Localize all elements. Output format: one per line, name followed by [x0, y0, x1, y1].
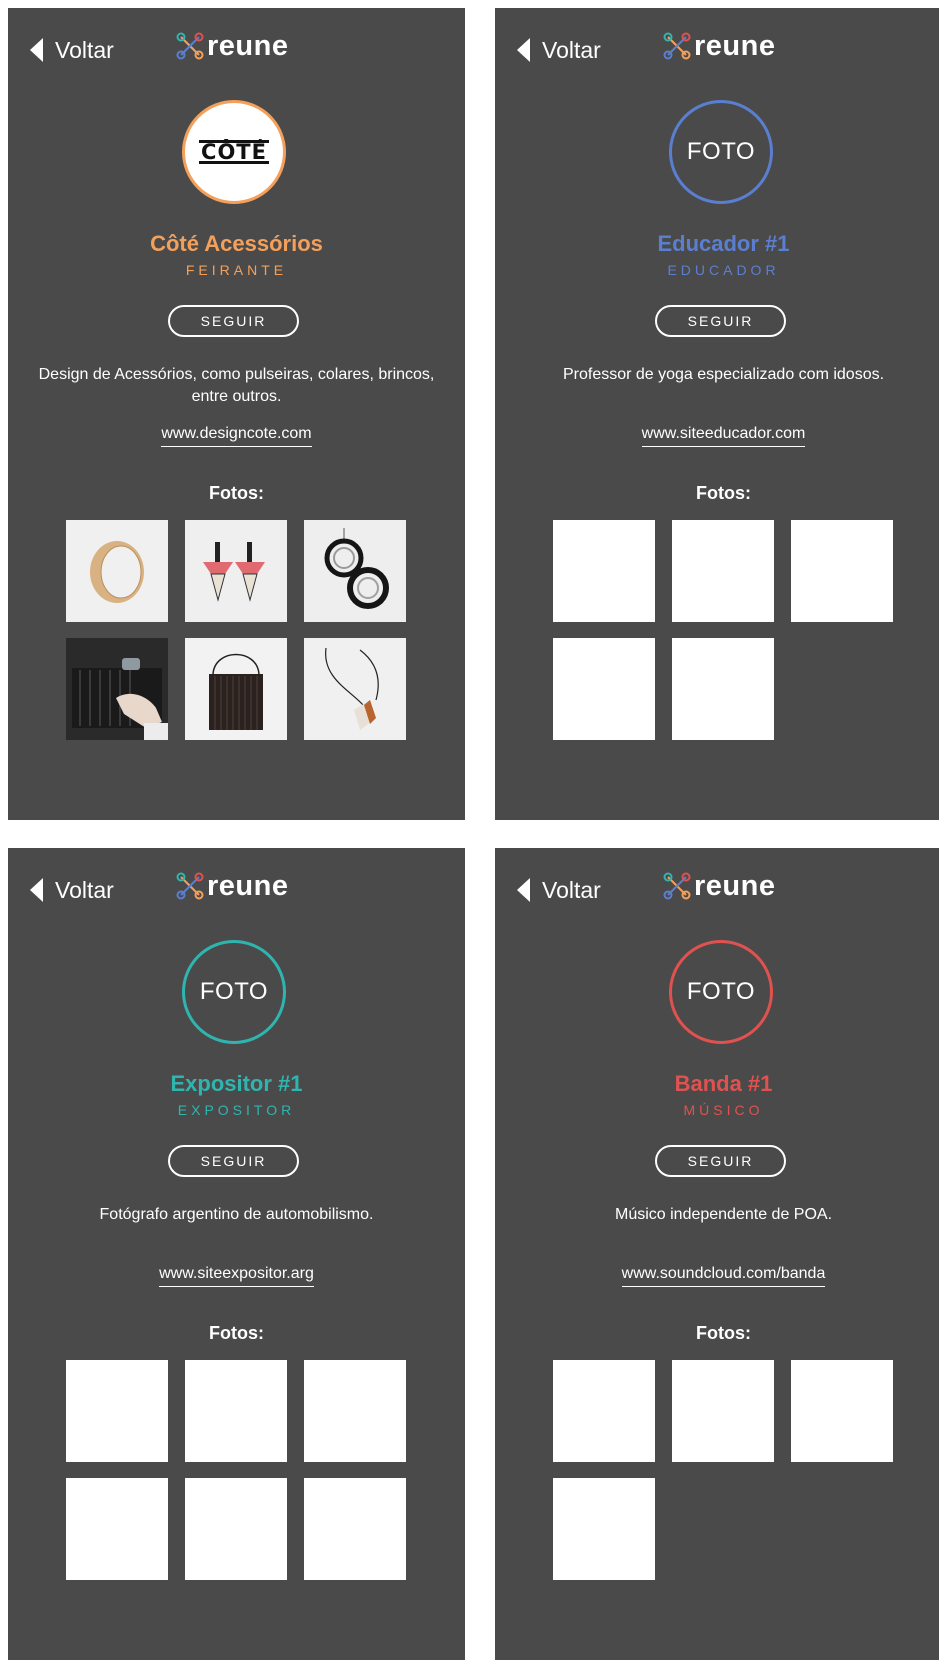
follow-button[interactable]: SEGUIR	[655, 305, 786, 337]
photos-title: Fotos:	[696, 483, 751, 503]
back-button[interactable]: Voltar	[517, 36, 601, 64]
profile-avatar: FOTO	[182, 940, 286, 1044]
back-label: Voltar	[55, 877, 114, 903]
profile-role: FEIRANTE	[185, 262, 288, 278]
profile-card-cote: Voltar reune CÔTÉ Côté Acessórios FEIRAN…	[8, 8, 465, 820]
avatar-logo-text: CÔTÉ	[199, 140, 269, 164]
photo-placeholder[interactable]	[66, 1478, 168, 1580]
follow-button[interactable]: SEGUIR	[168, 305, 299, 337]
photo-placeholder[interactable]	[304, 1360, 406, 1462]
photo-placeholder[interactable]	[791, 1360, 893, 1462]
profile-website-link[interactable]: www.designcote.com	[161, 425, 312, 447]
reune-logo-icon	[176, 32, 204, 60]
photo-placeholder[interactable]	[553, 520, 655, 622]
logo-text: reune	[694, 30, 776, 62]
back-arrow-icon	[30, 878, 43, 902]
photo-grid	[66, 520, 408, 740]
photo-fringe-bag[interactable]	[185, 638, 287, 740]
reune-logo: reune	[175, 30, 288, 62]
profile-card-educador: Voltar reune FOTO Educador #1 EDUCADOR S…	[495, 8, 939, 820]
profile-description: Professor de yoga especializado com idos…	[562, 366, 885, 383]
photo-grid	[553, 520, 895, 740]
photos-title: Fotos:	[209, 483, 264, 503]
photo-placeholder[interactable]	[185, 1360, 287, 1462]
photo-clutch-bracelet[interactable]	[66, 638, 168, 740]
avatar-placeholder: FOTO	[686, 978, 756, 1005]
photo-placeholder[interactable]	[553, 1360, 655, 1462]
profile-name: Educador #1	[657, 231, 790, 256]
photo-grid	[66, 1360, 408, 1580]
reune-logo-icon	[663, 872, 691, 900]
reune-logo: reune	[175, 870, 288, 902]
logo-text: reune	[694, 870, 776, 902]
profile-role: MÚSICO	[683, 1102, 764, 1118]
photo-placeholder[interactable]	[672, 638, 774, 740]
avatar-placeholder: FOTO	[199, 978, 269, 1005]
photo-earrings[interactable]	[185, 520, 287, 622]
photo-placeholder[interactable]	[672, 520, 774, 622]
back-arrow-icon	[30, 38, 43, 62]
reune-logo-icon	[176, 872, 204, 900]
photo-placeholder[interactable]	[672, 1360, 774, 1462]
profile-role: EDUCADOR	[667, 262, 780, 278]
profile-website-link[interactable]: www.siteeducador.com	[641, 425, 806, 447]
profile-avatar: FOTO	[669, 940, 773, 1044]
photo-placeholder[interactable]	[553, 1478, 655, 1580]
back-button[interactable]: Voltar	[30, 36, 114, 64]
profile-name: Côté Acessórios	[150, 231, 323, 256]
profile-card-expositor: Voltar reune FOTO Expositor #1 EXPOSITOR…	[8, 848, 465, 1660]
photo-necklace[interactable]	[304, 638, 406, 740]
reune-logo: reune	[662, 30, 775, 62]
profile-role: EXPOSITOR	[177, 1102, 296, 1118]
photos-title: Fotos:	[209, 1323, 264, 1343]
profile-description: Fotógrafo argentino de automobilismo.	[99, 1206, 374, 1223]
photo-placeholder[interactable]	[66, 1360, 168, 1462]
photo-placeholder[interactable]	[185, 1478, 287, 1580]
photo-placeholder[interactable]	[553, 638, 655, 740]
back-label: Voltar	[55, 37, 114, 63]
back-label: Voltar	[542, 37, 601, 63]
photo-grid	[553, 1360, 895, 1580]
profile-card-banda: Voltar reune FOTO Banda #1 MÚSICO SEGUIR…	[495, 848, 939, 1660]
back-arrow-icon	[517, 878, 530, 902]
top-bar: Voltar reune	[495, 848, 939, 918]
profile-website-link[interactable]: www.soundcloud.com/banda	[621, 1265, 826, 1287]
logo-text: reune	[207, 30, 289, 62]
profile-avatar: FOTO	[669, 100, 773, 204]
profile-description: Músico independente de POA.	[614, 1206, 833, 1223]
back-button[interactable]: Voltar	[30, 876, 114, 904]
logo-text: reune	[207, 870, 289, 902]
back-label: Voltar	[542, 877, 601, 903]
top-bar: Voltar reune	[495, 8, 939, 78]
top-bar: Voltar reune	[8, 848, 465, 918]
profile-name: Banda #1	[674, 1071, 773, 1096]
reune-logo: reune	[662, 870, 775, 902]
photo-hoop-earrings[interactable]	[304, 520, 406, 622]
profile-avatar: CÔTÉ	[182, 100, 286, 204]
back-button[interactable]: Voltar	[517, 876, 601, 904]
avatar-placeholder: FOTO	[686, 138, 756, 165]
photo-placeholder[interactable]	[304, 1478, 406, 1580]
profile-name: Expositor #1	[170, 1071, 303, 1096]
profile-website-link[interactable]: www.siteexpositor.arg	[159, 1265, 314, 1287]
back-arrow-icon	[517, 38, 530, 62]
follow-button[interactable]: SEGUIR	[168, 1145, 299, 1177]
photos-title: Fotos:	[696, 1323, 751, 1343]
profile-description: Design de Acessórios, como pulseiras, co…	[38, 366, 435, 405]
top-bar: Voltar reune	[8, 8, 465, 78]
photo-placeholder[interactable]	[791, 520, 893, 622]
photo-ring[interactable]	[66, 520, 168, 622]
follow-button[interactable]: SEGUIR	[655, 1145, 786, 1177]
reune-logo-icon	[663, 32, 691, 60]
